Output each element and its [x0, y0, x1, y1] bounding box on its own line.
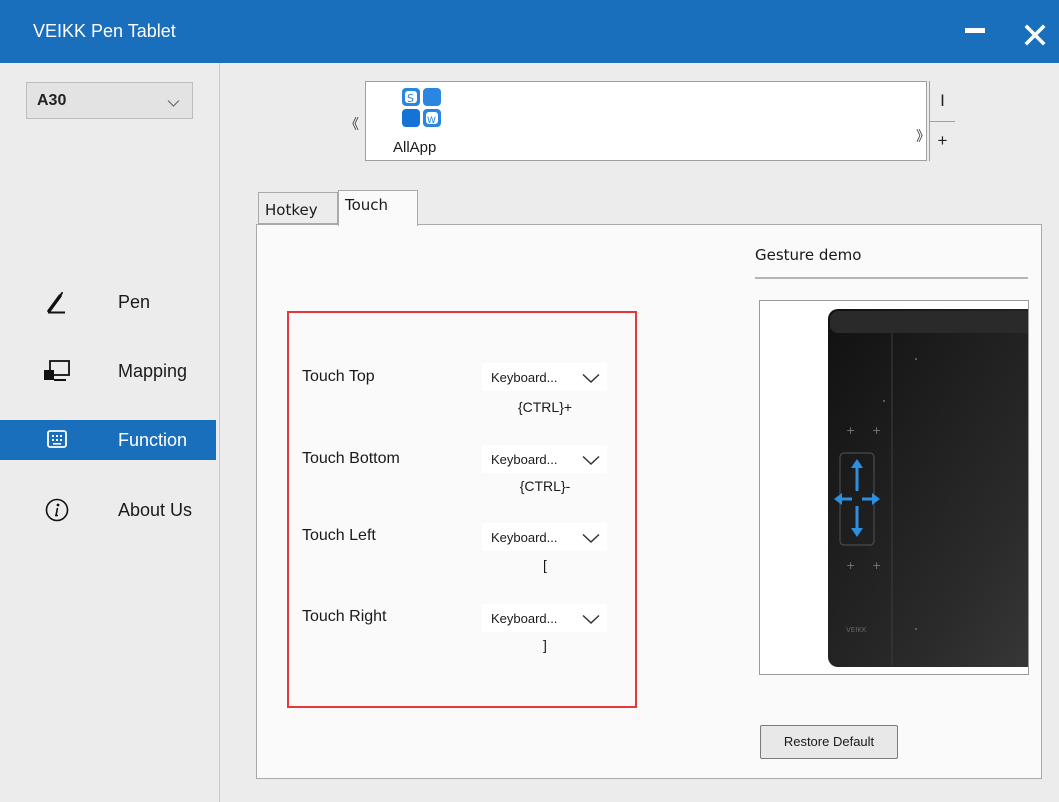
- app-item-label: AllApp: [393, 139, 437, 156]
- remove-app-button[interactable]: I: [930, 81, 955, 121]
- gesture-demo-divider: [755, 277, 1028, 279]
- keyboard-icon: [44, 427, 70, 453]
- tablet-illustration: + + + + VEIKK: [828, 309, 1028, 667]
- close-icon[interactable]: [1022, 22, 1048, 48]
- tab-touch[interactable]: Touch: [338, 190, 418, 226]
- gesture-demo-image: + + + + VEIKK: [759, 300, 1029, 675]
- touch-left-select[interactable]: Keyboard...: [482, 523, 607, 551]
- sidebar-item-label: Function: [118, 430, 188, 450]
- sidebar-item-label: Mapping: [118, 361, 188, 381]
- app-item-allapp[interactable]: S W AllApp: [393, 88, 453, 158]
- touch-right-mode: Keyboard...: [491, 611, 558, 626]
- tablet-brand-mark: VEIKK: [846, 626, 867, 634]
- chevron-down-icon: [582, 453, 600, 471]
- device-select[interactable]: A30: [26, 82, 193, 119]
- svg-text:S: S: [407, 92, 414, 105]
- title-bar: VEIKK Pen Tablet: [0, 0, 1059, 63]
- touch-bottom-select[interactable]: Keyboard...: [482, 445, 607, 473]
- sidebar-item-label: About Us: [118, 500, 193, 520]
- touch-top-value: {CTRL}+: [517, 399, 573, 415]
- sidebar-item-label: Pen: [118, 292, 151, 312]
- touch-top-label: Touch Top: [302, 368, 375, 385]
- touch-top-mode: Keyboard...: [491, 370, 558, 385]
- device-select-value: A30: [37, 92, 67, 109]
- touch-bottom-mode: Keyboard...: [491, 452, 558, 467]
- add-app-button[interactable]: +: [930, 121, 955, 161]
- svg-text:W: W: [427, 116, 436, 126]
- tab-hotkey[interactable]: Hotkey: [258, 192, 338, 224]
- chevron-down-icon: [582, 612, 600, 630]
- touch-right-label: Touch Right: [302, 608, 387, 625]
- all-apps-icon: S W: [401, 88, 443, 130]
- touch-bottom-label: Touch Bottom: [302, 450, 400, 467]
- gesture-demo-title: Gesture demo: [755, 246, 862, 264]
- svg-text:+: +: [872, 559, 881, 572]
- minimize-icon[interactable]: [965, 28, 985, 33]
- svg-text:+: +: [872, 424, 881, 437]
- touch-bottom-value: {CTRL}-: [519, 478, 571, 494]
- restore-default-button[interactable]: Restore Default: [760, 725, 898, 759]
- info-icon: [44, 497, 70, 523]
- sidebar-item-about-us[interactable]: About Us: [0, 490, 216, 530]
- touch-left-label: Touch Left: [302, 527, 376, 544]
- touch-left-mode: Keyboard...: [491, 530, 558, 545]
- svg-text:+: +: [846, 424, 855, 437]
- sidebar-item-mapping[interactable]: Mapping: [0, 351, 216, 391]
- monitor-icon: [44, 358, 70, 384]
- sidebar-item-function[interactable]: Function: [0, 420, 216, 460]
- touch-right-value: ]: [543, 637, 547, 653]
- apps-next-button[interactable]: 》: [916, 126, 930, 146]
- pen-icon: [44, 289, 70, 315]
- touch-left-value: [: [543, 557, 547, 573]
- app-buttons: I +: [929, 81, 955, 161]
- app-list: S W AllApp: [365, 81, 927, 161]
- svg-text:+: +: [846, 559, 855, 572]
- sidebar-item-pen[interactable]: Pen: [0, 282, 216, 322]
- chevron-down-icon: [582, 531, 600, 549]
- chevron-down-icon: [167, 95, 180, 113]
- touch-right-select[interactable]: Keyboard...: [482, 604, 607, 632]
- apps-prev-button[interactable]: 《: [345, 114, 359, 134]
- sidebar-divider: [219, 63, 220, 802]
- chevron-down-icon: [582, 371, 600, 389]
- touch-top-select[interactable]: Keyboard...: [482, 363, 607, 391]
- window-title: VEIKK Pen Tablet: [33, 21, 176, 41]
